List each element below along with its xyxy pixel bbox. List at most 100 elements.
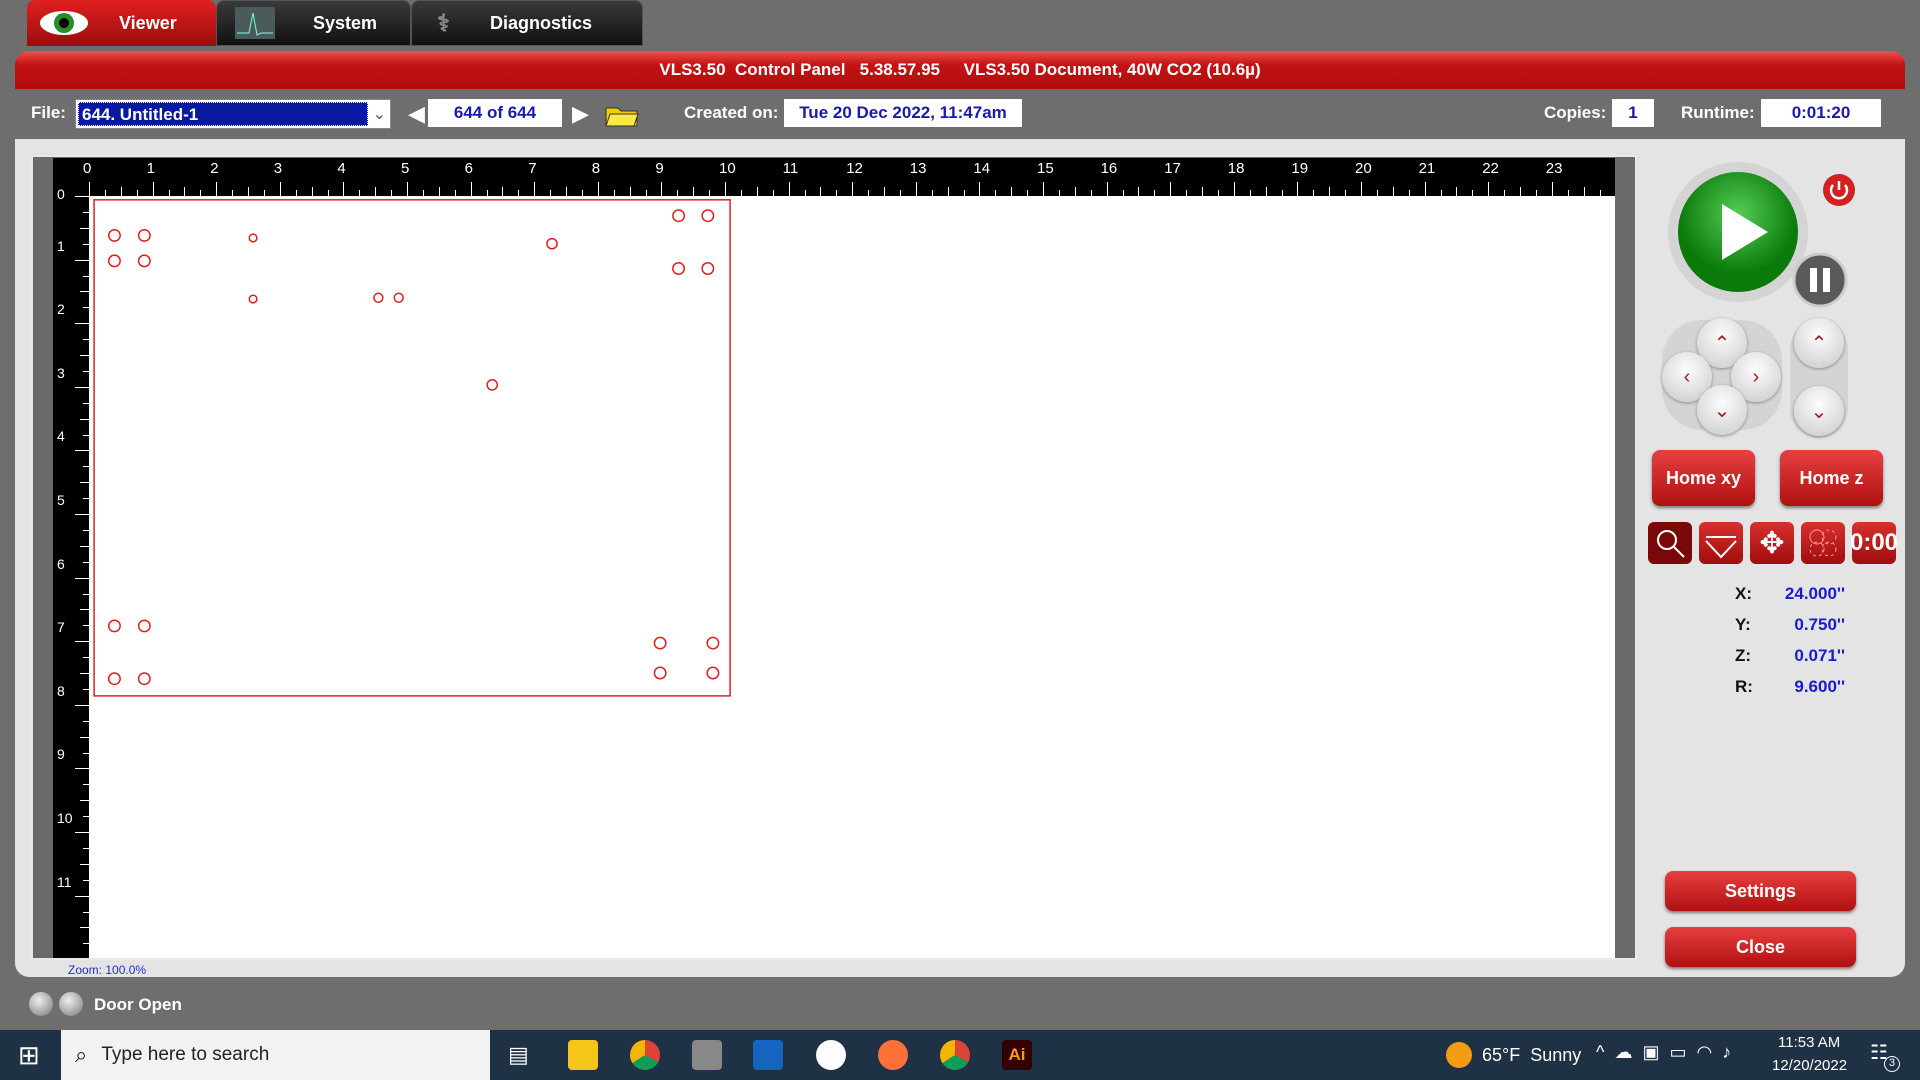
job-circle <box>653 666 667 680</box>
file-counter: 644 of 644 <box>428 99 562 127</box>
copies-field[interactable]: 1 <box>1612 99 1654 127</box>
zoom-level: Zoom: 100.0% <box>68 963 147 977</box>
job-outline[interactable] <box>93 199 731 697</box>
ruler-tick <box>75 196 89 197</box>
ruler-x-label: 21 <box>1418 160 1436 177</box>
tab-label: Diagnostics <box>489 12 593 33</box>
ruler-tick <box>1043 182 1044 196</box>
z-down-button[interactable]: ⌄ <box>1794 386 1844 436</box>
door-status: Door Open <box>94 995 182 1014</box>
move-tool-button[interactable]: ✥ <box>1750 522 1794 564</box>
ruler-tick <box>279 182 281 196</box>
play-button[interactable] <box>1676 170 1800 294</box>
jog-down-button[interactable]: ⌄ <box>1697 385 1747 435</box>
job-circle <box>137 254 151 268</box>
ruler-tick <box>80 736 89 738</box>
ruler-x-label: 16 <box>1100 160 1118 177</box>
job-circle <box>486 379 499 391</box>
ruler-x-label: 10 <box>719 160 736 177</box>
ruler-tick <box>75 323 89 325</box>
system-tray-icons[interactable]: ^☁▣▭◠♪ <box>1596 1042 1741 1063</box>
relocate-tool-button[interactable] <box>1801 522 1845 564</box>
tab-diagnostics[interactable]: ⚕ Diagnostics <box>411 0 643 46</box>
ruler-tick <box>248 187 249 196</box>
ruler-tick <box>80 418 89 420</box>
open-folder-icon[interactable] <box>604 100 640 128</box>
ruler-tick <box>1520 187 1521 196</box>
position-readout-y: Y: 0.750'' <box>1735 615 1845 635</box>
estimate-time-button[interactable]: 0:00 <box>1850 522 1898 564</box>
ruler-x-label: 8 <box>591 160 601 177</box>
ruler-tick <box>80 291 89 293</box>
firefox-icon[interactable] <box>878 1040 908 1070</box>
taskbar-search[interactable]: ⌕ Type here to search <box>61 1030 490 1080</box>
home-xy-button[interactable]: Home xy <box>1652 450 1755 506</box>
ruler-tick <box>75 832 89 833</box>
app-r-icon[interactable] <box>692 1040 722 1070</box>
file-explorer-icon[interactable] <box>568 1040 598 1070</box>
ruler-y-label: 2 <box>57 301 65 318</box>
task-view-icon[interactable]: ▤ <box>508 1042 529 1068</box>
file-select[interactable]: 644. Untitled-1 ⌄ <box>75 99 391 129</box>
ruler-y-label: 7 <box>57 619 65 636</box>
home-z-button[interactable]: Home z <box>1780 450 1883 506</box>
power-icon[interactable] <box>1821 172 1857 208</box>
chrome-profile-icon[interactable] <box>940 1040 970 1070</box>
prev-file-button[interactable]: ◀ <box>408 101 425 127</box>
job-circle <box>672 209 686 223</box>
ruler-tick <box>1551 182 1553 196</box>
ruler-tick <box>534 182 536 196</box>
pause-button[interactable] <box>1792 252 1848 308</box>
ruler-y-label: 1 <box>57 237 65 254</box>
job-circle <box>706 636 720 650</box>
ruler-tick <box>1170 182 1172 196</box>
ruler-x-label: 0 <box>83 160 92 177</box>
notification-count: 3 <box>1884 1056 1900 1072</box>
tab-label: Viewer <box>119 12 177 33</box>
horizontal-ruler: 0 1 2 3 4 5 6 7 8 9 10 11 12 13 14 15 16 17 18 19 20 21 22 23 <box>53 158 1615 196</box>
created-label: Created on: <box>684 103 779 122</box>
close-button[interactable]: Close <box>1665 927 1856 967</box>
ruler-tick <box>820 187 822 196</box>
copies-label: Copies: <box>1544 103 1607 122</box>
app-o-icon[interactable] <box>816 1040 846 1070</box>
clock-time[interactable]: 11:53 AM <box>1778 1034 1840 1051</box>
job-circle <box>137 228 151 242</box>
ruler-tick <box>979 182 981 196</box>
ruler-tick <box>80 482 89 484</box>
z-up-button[interactable]: ⌃ <box>1794 318 1844 368</box>
focus-tool-button[interactable] <box>1699 522 1743 564</box>
clock-date[interactable]: 12/20/2022 <box>1772 1057 1847 1074</box>
ruler-tick <box>1074 187 1076 196</box>
job-circle <box>137 672 151 686</box>
ruler-y-label: 3 <box>57 364 65 381</box>
ruler-tick <box>407 182 408 196</box>
ruler-tick <box>1233 182 1235 196</box>
app-v-icon[interactable] <box>753 1040 783 1070</box>
file-select-value: 644. Untitled-1 <box>78 102 368 126</box>
file-label: File: <box>31 103 66 122</box>
weather-text[interactable]: 65°F Sunny <box>1482 1045 1581 1066</box>
next-file-button[interactable]: ▶ <box>572 101 589 127</box>
runtime-value: 0:01:20 <box>1761 99 1881 127</box>
settings-button[interactable]: Settings <box>1665 871 1856 911</box>
axis-value: 0.750'' <box>1794 615 1845 634</box>
ruler-tick <box>75 641 89 643</box>
ruler-tick <box>184 187 186 196</box>
job-circle <box>706 666 720 680</box>
tab-system[interactable]: System <box>216 0 411 46</box>
illustrator-icon[interactable]: Ai <box>1002 1040 1032 1070</box>
tab-viewer[interactable]: Viewer <box>27 0 216 46</box>
ruler-x-label: 4 <box>337 160 346 177</box>
ruler-tick <box>1488 182 1490 196</box>
ruler-tick <box>661 182 663 196</box>
ruler-tick <box>80 927 89 929</box>
ruler-tick <box>470 182 472 196</box>
relocate-icon <box>1809 529 1837 557</box>
windows-start-icon[interactable]: ⊞ <box>18 1040 40 1071</box>
document-canvas[interactable] <box>89 196 1615 958</box>
chrome-icon[interactable] <box>630 1040 660 1070</box>
ruler-tick <box>1456 187 1458 196</box>
status-led-icon <box>59 992 83 1016</box>
zoom-tool-button[interactable] <box>1648 522 1692 564</box>
